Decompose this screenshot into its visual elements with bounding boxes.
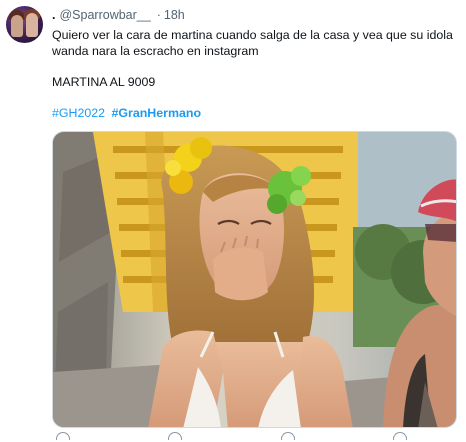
like-button[interactable] (280, 432, 341, 442)
reply-button[interactable] (56, 432, 116, 442)
separator-dot: · (156, 8, 161, 22)
retweet-icon (168, 432, 183, 440)
tweet-card[interactable]: . @Sparrowbar__ · 18h Quiero ver la cara… (0, 0, 466, 442)
reply-icon (56, 432, 70, 440)
hashtags: #GH2022 #GranHermano (52, 106, 201, 120)
share-button[interactable] (392, 432, 453, 442)
retweet-button[interactable] (168, 432, 228, 442)
hashtag-link[interactable]: #GranHermano (112, 106, 202, 120)
timestamp[interactable]: 18h (164, 8, 185, 22)
tweet-actions (52, 432, 457, 442)
tweet-text-line: MARTINA AL 9009 (52, 75, 156, 89)
share-icon (392, 432, 407, 440)
author-handle[interactable]: @Sparrowbar__ (59, 8, 150, 22)
tweet-header: . @Sparrowbar__ · 18h (52, 6, 458, 24)
tweet-text: Quiero ver la cara de martina cuando sal… (52, 28, 453, 58)
avatar[interactable] (6, 6, 43, 43)
hashtag-link[interactable]: #GH2022 (52, 106, 105, 120)
author-name[interactable]: . (52, 8, 55, 22)
tweet-media-image[interactable] (52, 131, 457, 428)
like-icon (280, 432, 295, 440)
